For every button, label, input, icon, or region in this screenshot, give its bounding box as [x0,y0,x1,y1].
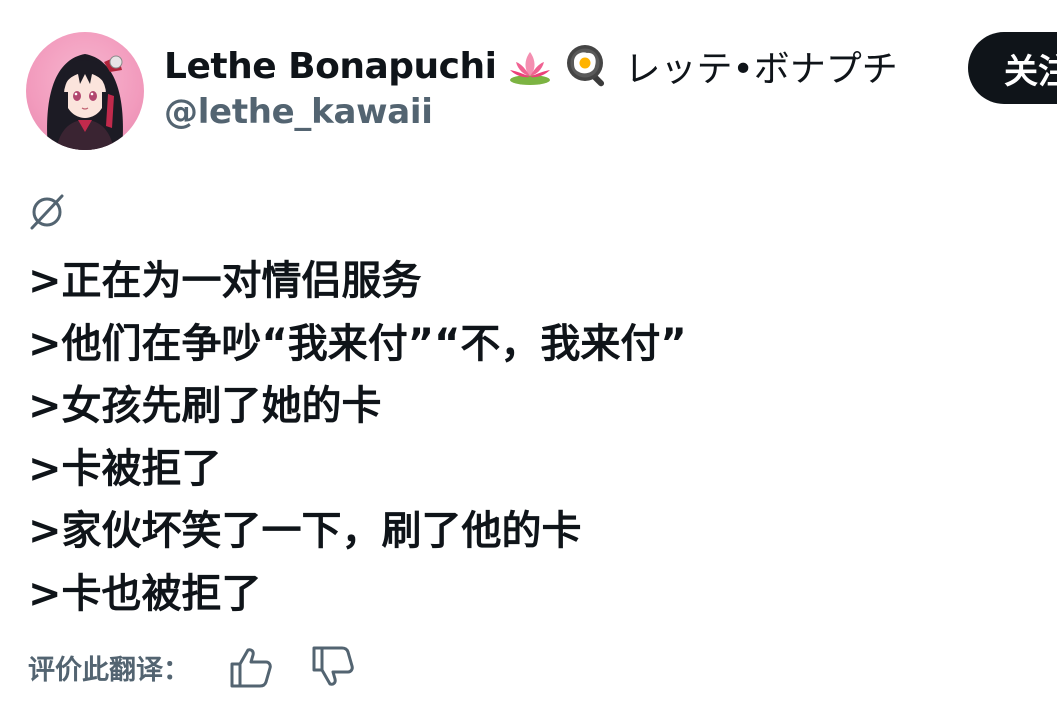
author-handle[interactable]: @lethe_kawaii [164,92,433,132]
tweet-line: >女孩先刷了她的卡 [28,383,382,429]
translation-rating: 评价此翻译： [28,642,356,692]
tweet-body: >正在为一对情侣服务 >他们在争吵“我来付”“不，我来付” >女孩先刷了她的卡 … [28,250,687,625]
avatar-image [47,54,123,150]
author-display-name[interactable]: Lethe Bonapuchi [164,46,497,87]
lotus-icon [510,52,551,85]
tweet-line: >正在为一对情侣服务 [28,258,422,304]
avatar[interactable] [26,32,144,150]
tweet-card: Lethe Bonapuchi レッテ•ボナプチ @lethe_kawaii 关… [0,0,1057,722]
follow-button[interactable]: 关注 [968,32,1057,104]
tweet-line: >卡也被拒了 [28,570,262,617]
author-japanese-name: レッテ•ボナプチ [624,49,898,90]
author-name-row[interactable]: Lethe Bonapuchi レッテ•ボナプチ [164,38,898,94]
thumbs-down-icon[interactable] [310,644,356,690]
tweet-line: >他们在争吵“我来付”“不，我来付” [28,320,687,367]
thumbs-up-icon[interactable] [228,644,274,690]
follow-button-label: 关注 [1004,51,1057,92]
empty-set-icon [30,194,64,230]
tweet-line: >家伙坏笑了一下，刷了他的卡 [28,508,582,554]
tweet-line: >卡被拒了 [28,445,222,492]
translation-rating-label: 评价此翻译： [28,654,190,686]
fried-egg-pan-icon [567,45,605,87]
